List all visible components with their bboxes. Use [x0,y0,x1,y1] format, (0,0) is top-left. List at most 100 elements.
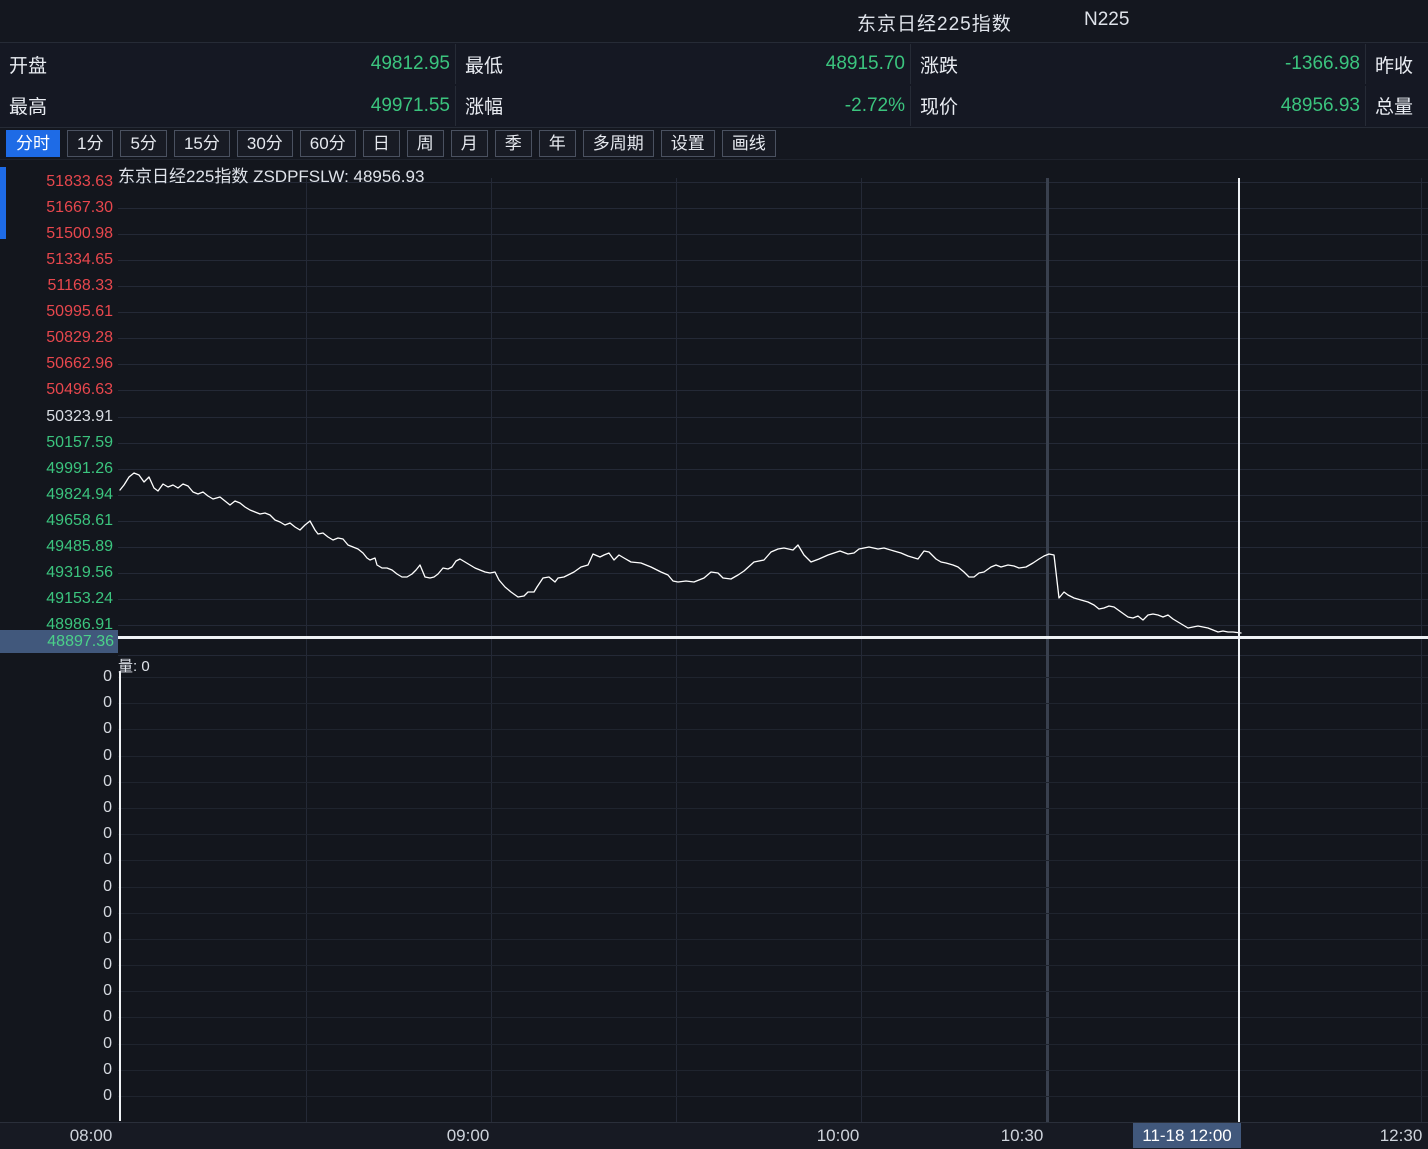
tab-日[interactable]: 日 [363,130,400,157]
volume-axis-label: 0 [0,1060,112,1080]
volume-gridline [118,756,1428,757]
time-axis-label: 12:30 [1380,1126,1423,1146]
volume-gridline [118,808,1428,809]
stock-app-window: 东京日经225指数 N225 开盘49812.95最低48915.70涨跌-13… [0,0,1428,1149]
price-axis-label: 49991.26 [0,459,113,479]
time-axis-label: 08:00 [70,1126,113,1146]
volume-gridline [118,887,1428,888]
intraday-chart-surface[interactable] [0,160,1428,1122]
price-gridline [118,260,1428,261]
volume-axis-label: 0 [0,746,112,766]
volume-gridline [118,1096,1428,1097]
price-axis-label: 50829.28 [0,328,113,348]
time-gridline [306,178,307,1122]
price-gridline [118,364,1428,365]
volume-gridline [118,1017,1428,1018]
volume-gridline [118,703,1428,704]
tab-画线[interactable]: 画线 [722,130,776,157]
price-axis-label: 51334.65 [0,250,113,270]
price-gridline [118,312,1428,313]
tab-多周期[interactable]: 多周期 [583,130,654,157]
volume-axis-label: 0 [0,1007,112,1027]
tab-设置[interactable]: 设置 [661,130,715,157]
quote-stats-panel: 开盘49812.95最低48915.70涨跌-1366.98昨收最高49971.… [0,43,1428,128]
price-gridline [118,286,1428,287]
tab-年[interactable]: 年 [539,130,576,157]
volume-axis-label: 0 [0,1086,112,1106]
volume-gridline [118,965,1428,966]
stat-cell-昨收: 昨收 [1366,44,1428,84]
stat-cell-总量: 总量 [1366,86,1428,126]
volume-axis-label: 0 [0,824,112,844]
volume-axis-label: 0 [0,772,112,792]
stat-label: 最低 [456,51,503,78]
time-axis-label: 10:00 [817,1126,860,1146]
title-bar: 东京日经225指数 N225 [0,0,1428,43]
price-axis-label: 51168.33 [0,276,113,296]
price-axis-label: 49824.94 [0,485,113,505]
volume-axis-label: 0 [0,1034,112,1054]
stat-label: 昨收 [1366,51,1413,78]
stat-label: 开盘 [0,51,47,78]
chart-overlay-title: 东京日经225指数 ZSDPFSLW: 48956.93 [118,162,424,187]
volume-gridline [118,782,1428,783]
tab-季[interactable]: 季 [495,130,532,157]
volume-gridline [118,1044,1428,1045]
tab-周[interactable]: 周 [407,130,444,157]
stat-value: -2.72% [503,95,910,117]
volume-gridline [118,729,1428,730]
price-gridline [118,338,1428,339]
volume-gridline [118,913,1428,914]
tab-1分[interactable]: 1分 [67,130,113,157]
tab-5分[interactable]: 5分 [120,130,166,157]
stat-value: -1366.98 [958,53,1365,75]
price-gridline [118,443,1428,444]
crosshair-horizontal-line [118,636,1428,639]
stat-value: 49971.55 [47,95,455,117]
price-axis-label: 51667.30 [0,198,113,218]
price-axis-label: 50323.91 [0,407,113,427]
volume-gridline [118,991,1428,992]
volume-gridline [118,939,1428,940]
volume-axis-label: 0 [0,719,112,739]
panel-separator-line [118,655,1428,656]
stat-value: 48956.93 [958,95,1365,117]
price-axis-label: 50157.59 [0,433,113,453]
tab-30分[interactable]: 30分 [237,130,293,157]
stat-value: 49812.95 [47,53,455,75]
volume-axis-label: 0 [0,929,112,949]
stat-label: 涨幅 [456,92,503,119]
tab-月[interactable]: 月 [451,130,488,157]
price-gridline [118,234,1428,235]
stat-value: 48915.70 [503,53,910,75]
stat-cell-开盘: 开盘49812.95 [0,44,456,84]
price-axis-label: 51833.63 [0,172,113,192]
volume-gridline [118,677,1428,678]
tab-分时[interactable]: 分时 [6,130,60,157]
price-gridline [118,390,1428,391]
index-name: 东京日经225指数 [857,9,1012,36]
time-gridline [861,178,862,1122]
tab-15分[interactable]: 15分 [174,130,230,157]
stat-label: 最高 [0,92,47,119]
time-axis-label: 09:00 [447,1126,490,1146]
price-gridline [118,495,1428,496]
price-gridline [118,625,1428,626]
volume-gridline [118,834,1428,835]
tab-60分[interactable]: 60分 [300,130,356,157]
price-gridline [118,547,1428,548]
stat-cell-最低: 最低48915.70 [456,44,911,84]
crosshair-time-tag: 11-18 12:00 [1133,1123,1241,1148]
crosshair-vertical-line [1238,178,1240,1122]
volume-axis-label: 0 [0,903,112,923]
scrollbar-thumb[interactable] [0,167,6,239]
time-gridline [1046,178,1049,1122]
price-axis-label: 50995.61 [0,302,113,322]
volume-label: 量: 0 [118,655,150,676]
price-gridline [118,469,1428,470]
volume-axis-line [119,671,121,1121]
price-axis-label: 50496.63 [0,380,113,400]
volume-axis-label: 0 [0,877,112,897]
time-axis-label: 10:30 [1001,1126,1044,1146]
period-tab-bar: 分时 1分 5分 15分 30分 60分日周月季年多周期设置画线 [0,128,1428,160]
